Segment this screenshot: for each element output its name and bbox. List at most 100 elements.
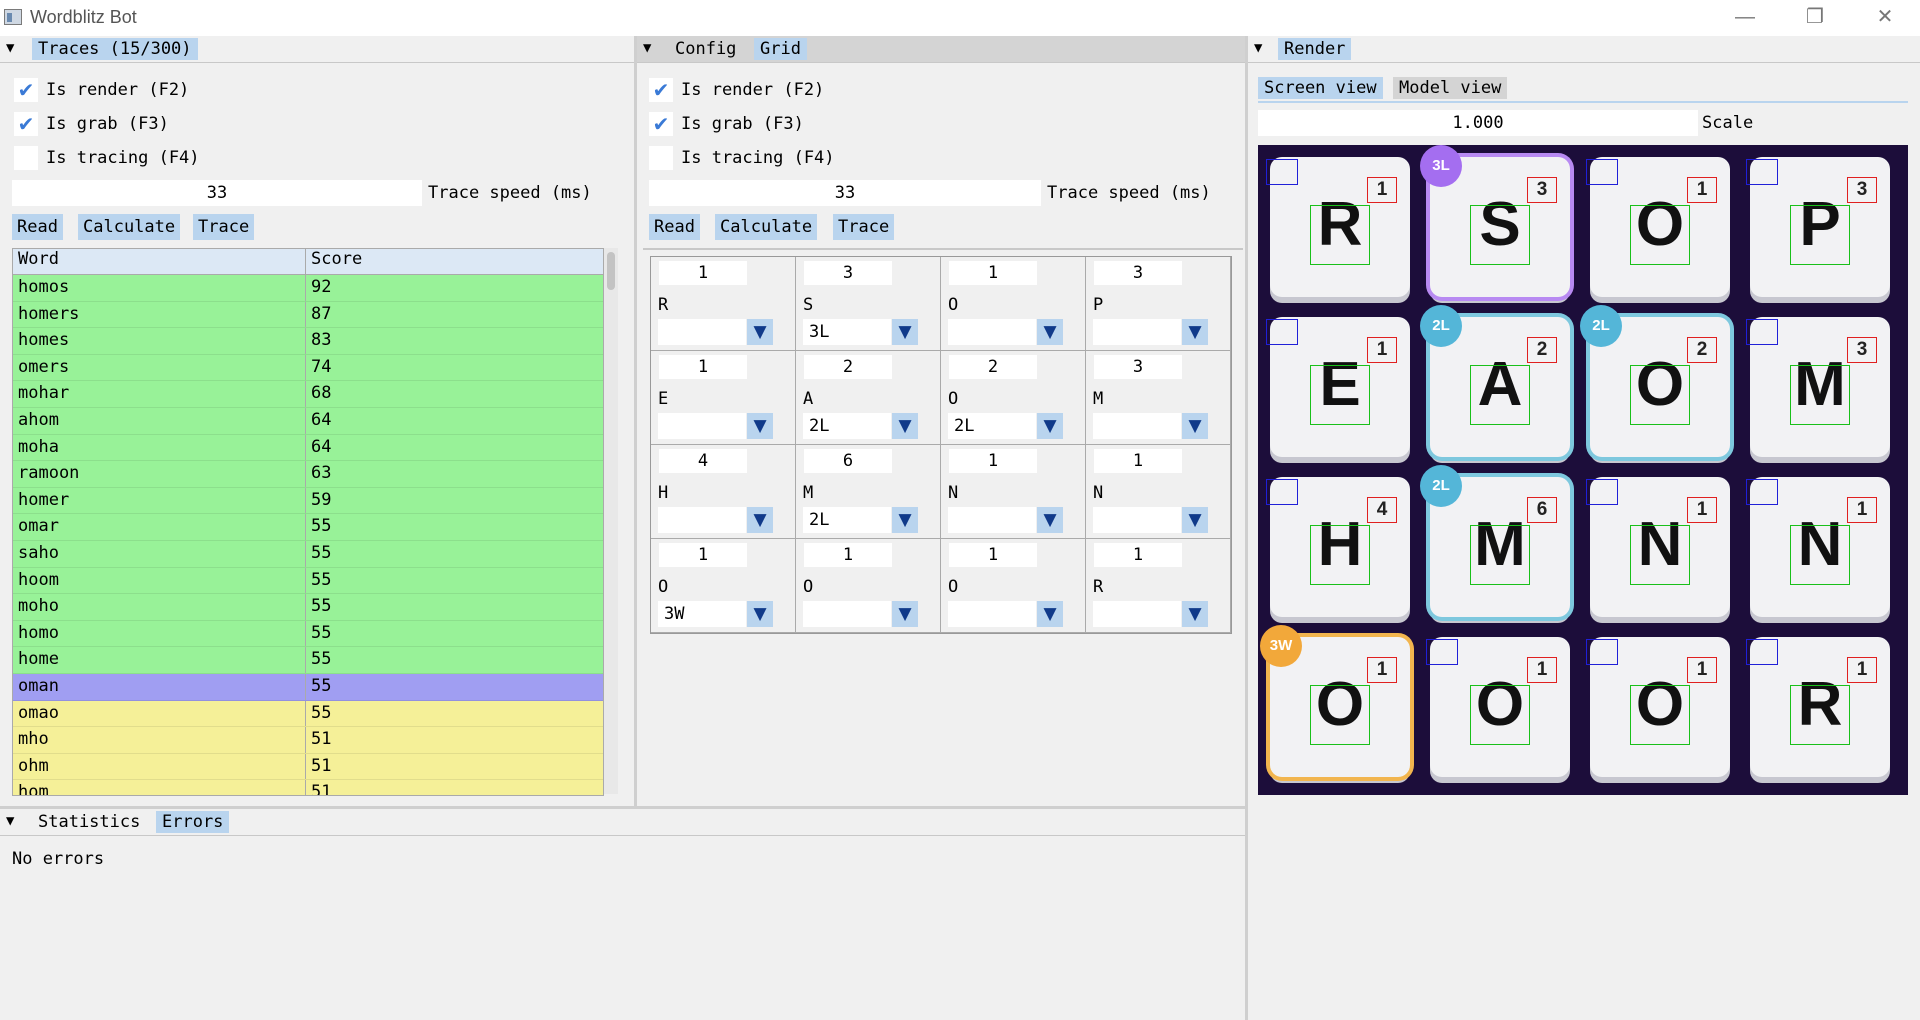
trace-speed-input[interactable]: 33 (12, 180, 422, 206)
cell-score-input[interactable]: 3 (1094, 355, 1182, 379)
cell-multiplier-select[interactable] (658, 507, 746, 533)
cell-multiplier-select[interactable]: 3L (803, 319, 891, 345)
dropdown-arrow-icon[interactable]: ▼ (1182, 601, 1208, 627)
dropdown-arrow-icon[interactable]: ▼ (747, 319, 773, 345)
table-row[interactable]: home 55 (13, 647, 603, 674)
read-button[interactable]: Read (12, 214, 63, 240)
cell-score-input[interactable]: 3 (804, 261, 892, 285)
grid-is-tracing-checkbox[interactable]: Is tracing (F4) (649, 144, 835, 172)
table-row[interactable]: moho 55 (13, 594, 603, 621)
table-row[interactable]: hom 51 (13, 780, 603, 795)
checkbox-checked-icon[interactable]: ✔ (649, 78, 673, 102)
tab-errors[interactable]: Errors (156, 811, 230, 833)
checkbox-checked-icon[interactable]: ✔ (649, 112, 673, 136)
dropdown-arrow-icon[interactable]: ▼ (1037, 601, 1063, 627)
minimize-button[interactable]: — (1710, 0, 1780, 34)
dropdown-arrow-icon[interactable]: ▼ (1037, 319, 1063, 345)
table-row[interactable]: mohar 68 (13, 381, 603, 408)
table-row[interactable]: hoom 55 (13, 567, 603, 595)
cell-score-input[interactable]: 1 (659, 261, 747, 285)
dropdown-arrow-icon[interactable]: ▼ (1182, 319, 1208, 345)
grid-trace-speed-input[interactable]: 33 (649, 180, 1041, 206)
dropdown-arrow-icon[interactable]: ▼ (1182, 507, 1208, 533)
is-render-checkbox[interactable]: ✔ Is render (F2) (14, 76, 189, 104)
table-row[interactable]: homers 87 (13, 301, 603, 329)
collapse-triangle-icon[interactable]: ▼ (643, 40, 651, 56)
is-grab-checkbox[interactable]: ✔ Is grab (F3) (14, 110, 169, 138)
dropdown-arrow-icon[interactable]: ▼ (747, 413, 773, 439)
is-tracing-checkbox[interactable]: Is tracing (F4) (14, 144, 200, 172)
cell-multiplier-select[interactable] (1093, 413, 1181, 439)
dropdown-arrow-icon[interactable]: ▼ (892, 601, 918, 627)
table-row[interactable]: moha 64 (13, 434, 603, 462)
grid-is-grab-checkbox[interactable]: ✔ Is grab (F3) (649, 110, 804, 138)
collapse-triangle-icon[interactable]: ▼ (6, 40, 14, 56)
table-row[interactable]: mho 51 (13, 727, 603, 754)
grid-is-render-checkbox[interactable]: ✔ Is render (F2) (649, 76, 824, 104)
cell-score-input[interactable]: 4 (659, 449, 747, 473)
cell-score-input[interactable]: 6 (804, 449, 892, 473)
dropdown-arrow-icon[interactable]: ▼ (1037, 413, 1063, 439)
cell-multiplier-select[interactable] (658, 413, 746, 439)
cell-multiplier-select[interactable]: 2L (803, 507, 891, 533)
dropdown-arrow-icon[interactable]: ▼ (892, 413, 918, 439)
dropdown-arrow-icon[interactable]: ▼ (1182, 413, 1208, 439)
dropdown-arrow-icon[interactable]: ▼ (892, 507, 918, 533)
grid-read-button[interactable]: Read (649, 214, 700, 240)
cell-multiplier-select[interactable]: 2L (803, 413, 891, 439)
scale-input[interactable]: 1.000 (1258, 110, 1698, 136)
table-row[interactable]: omar 55 (13, 514, 603, 541)
checkbox-checked-icon[interactable]: ✔ (14, 112, 38, 136)
cell-multiplier-select[interactable] (1093, 319, 1181, 345)
tab-traces[interactable]: Traces (15/300) (32, 38, 198, 60)
grid-trace-button[interactable]: Trace (833, 214, 895, 240)
table-row[interactable]: omao 55 (13, 700, 603, 728)
cell-multiplier-select[interactable]: 2L (948, 413, 1036, 439)
dropdown-arrow-icon[interactable]: ▼ (747, 601, 773, 627)
cell-score-input[interactable]: 1 (949, 449, 1037, 473)
checkbox-checked-icon[interactable]: ✔ (14, 78, 38, 102)
cell-multiplier-select[interactable] (658, 319, 746, 345)
table-row[interactable]: omers 74 (13, 354, 603, 382)
table-row[interactable]: ramoon 63 (13, 461, 603, 488)
scrollbar-thumb[interactable] (607, 252, 615, 290)
cell-score-input[interactable]: 3 (1094, 261, 1182, 285)
table-row[interactable]: homos 92 (13, 275, 603, 302)
dropdown-arrow-icon[interactable]: ▼ (747, 507, 773, 533)
cell-score-input[interactable]: 2 (804, 355, 892, 379)
close-button[interactable]: ✕ (1850, 0, 1920, 34)
column-header-word[interactable]: Word (13, 249, 306, 274)
cell-multiplier-select[interactable] (948, 601, 1036, 627)
collapse-triangle-icon[interactable]: ▼ (6, 813, 14, 829)
cell-score-input[interactable]: 2 (949, 355, 1037, 379)
cell-multiplier-select[interactable] (948, 507, 1036, 533)
cell-multiplier-select[interactable] (1093, 507, 1181, 533)
table-scrollbar[interactable] (604, 248, 618, 794)
table-row[interactable]: homo 55 (13, 620, 603, 648)
cell-score-input[interactable]: 1 (1094, 543, 1182, 567)
tab-model-view[interactable]: Model view (1393, 77, 1508, 99)
table-row[interactable]: homes 83 (13, 328, 603, 355)
cell-multiplier-select[interactable]: 3W (658, 601, 746, 627)
tab-config[interactable]: Config (669, 38, 742, 60)
cell-score-input[interactable]: 1 (804, 543, 892, 567)
cell-multiplier-select[interactable] (1093, 601, 1181, 627)
cell-score-input[interactable]: 1 (949, 261, 1037, 285)
cell-multiplier-select[interactable] (803, 601, 891, 627)
checkbox-empty-icon[interactable] (649, 146, 673, 170)
checkbox-empty-icon[interactable] (14, 146, 38, 170)
tab-screen-view[interactable]: Screen view (1258, 77, 1383, 99)
cell-score-input[interactable]: 1 (1094, 449, 1182, 473)
cell-score-input[interactable]: 1 (949, 543, 1037, 567)
cell-score-input[interactable]: 1 (659, 543, 747, 567)
tab-statistics[interactable]: Statistics (32, 811, 146, 833)
table-row[interactable]: ohm 51 (13, 753, 603, 781)
table-row[interactable]: saho 55 (13, 540, 603, 568)
tab-grid[interactable]: Grid (754, 38, 807, 60)
dropdown-arrow-icon[interactable]: ▼ (892, 319, 918, 345)
table-row[interactable]: oman 55 (13, 673, 603, 701)
cell-score-input[interactable]: 1 (659, 355, 747, 379)
column-header-score[interactable]: Score (306, 249, 362, 274)
table-row[interactable]: homer 59 (13, 487, 603, 515)
table-row[interactable]: ahom 64 (13, 407, 603, 435)
